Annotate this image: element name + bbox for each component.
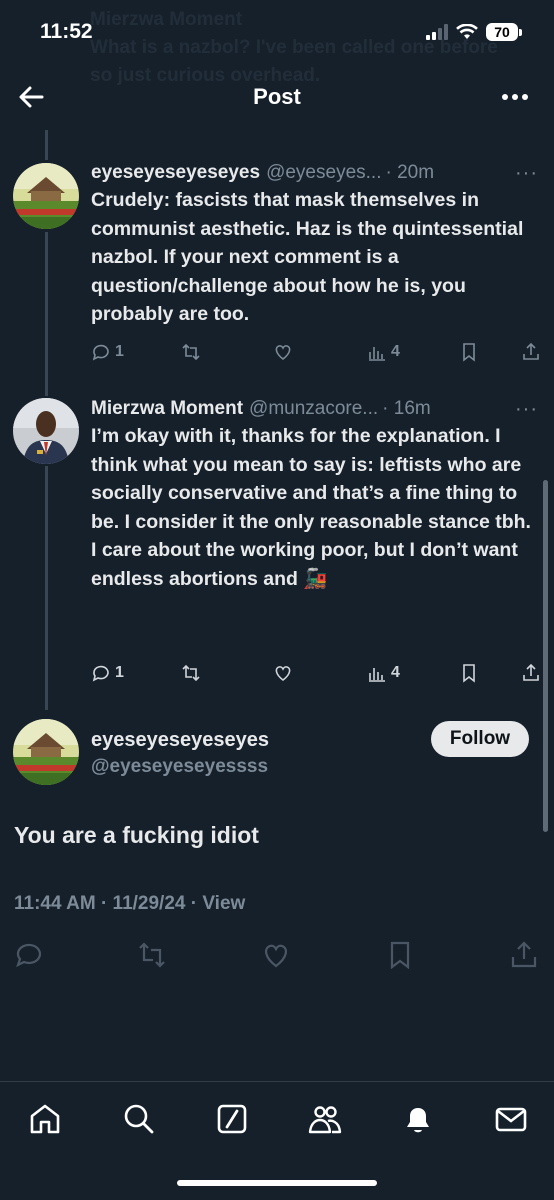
bookmark-button[interactable] — [385, 940, 415, 970]
follow-button[interactable]: Follow — [431, 721, 529, 757]
bookmark-button[interactable] — [459, 342, 479, 362]
tab-grok[interactable] — [215, 1102, 251, 1138]
tweet-actions: 1 4 — [91, 342, 543, 368]
back-arrow-icon[interactable] — [16, 82, 46, 112]
repost-icon — [139, 942, 165, 968]
notifications-icon — [407, 1108, 429, 1133]
communities-icon — [308, 1106, 342, 1134]
heart-icon — [275, 345, 291, 361]
thread-line — [45, 130, 48, 160]
tweet-text: You are a fucking idiot — [14, 822, 259, 848]
like-button[interactable] — [273, 342, 293, 362]
author-handle[interactable]: @eyeseyeseyessss — [91, 754, 268, 780]
status-time: 11:52 — [40, 20, 93, 43]
tab-search[interactable] — [122, 1102, 158, 1138]
views-count: 4 — [391, 343, 400, 360]
bookmark-icon — [390, 941, 410, 970]
avatar[interactable] — [13, 163, 79, 229]
author-handle[interactable]: @eyeseyes... — [266, 160, 381, 186]
battery-indicator: 70 — [486, 23, 522, 41]
repost-button[interactable] — [181, 342, 201, 362]
tab-home[interactable] — [28, 1102, 64, 1138]
tab-notifications[interactable] — [401, 1102, 437, 1138]
reply-button[interactable]: 1 — [91, 342, 124, 362]
views-count: 4 — [391, 664, 400, 681]
wifi-icon — [456, 24, 478, 39]
author-handle[interactable]: @munzacore... — [249, 396, 378, 422]
search-icon — [124, 1104, 154, 1134]
tweet-actions — [0, 940, 554, 974]
post-header: Post — [0, 64, 554, 130]
tab-communities[interactable] — [308, 1102, 344, 1138]
share-button[interactable] — [509, 940, 539, 970]
tweet-timestamp[interactable]: 11:44 AM · 11/29/24 · View — [14, 893, 245, 915]
author-name[interactable]: eyeseyeseyeseyes — [91, 727, 269, 753]
grok-icon — [217, 1104, 247, 1134]
author-name[interactable]: eyeseyeseyeseyes — [91, 160, 260, 186]
reply-tweet[interactable]: eyeseyeseyeseyes @eyeseyes... · 20m ··· … — [0, 160, 554, 380]
views-icon — [369, 668, 385, 682]
status-bar: 11:52 70 — [0, 0, 554, 64]
reply-count: 1 — [115, 343, 124, 360]
more-options-icon[interactable] — [500, 82, 530, 112]
reply-button[interactable] — [14, 940, 44, 970]
messages-icon — [495, 1107, 527, 1132]
bookmark-button[interactable] — [459, 663, 479, 683]
share-icon — [523, 663, 539, 681]
repost-icon — [182, 343, 200, 361]
repost-button[interactable] — [137, 940, 167, 970]
share-button[interactable] — [521, 342, 541, 362]
repost-icon — [182, 664, 200, 682]
tweet-text: I’m okay with it, thanks for the explana… — [91, 425, 531, 590]
heart-icon — [275, 666, 291, 682]
home-indicator[interactable] — [177, 1180, 377, 1186]
heart-icon — [264, 944, 288, 968]
like-button[interactable] — [261, 940, 291, 970]
reply-icon — [16, 943, 41, 968]
views-icon — [369, 347, 385, 361]
views-button[interactable]: 4 — [367, 342, 400, 362]
tweet-time: · 20m — [385, 162, 435, 183]
avatar[interactable] — [13, 719, 79, 785]
avatar[interactable] — [13, 398, 79, 464]
reply-icon — [92, 665, 109, 682]
tweet-text: Crudely: fascists that mask themselves i… — [91, 189, 524, 325]
home-icon — [30, 1104, 60, 1134]
cellular-signal-icon — [426, 24, 448, 40]
status-icons: 70 — [426, 23, 522, 41]
tweet-time: · 16m — [382, 398, 431, 419]
reply-button[interactable]: 1 — [91, 663, 124, 683]
bookmark-icon — [463, 343, 475, 362]
repost-button[interactable] — [181, 663, 201, 683]
reply-icon — [92, 344, 109, 361]
tweet-header: Mierzwa Moment @munzacore... · 16m ··· — [91, 396, 538, 422]
share-button[interactable] — [521, 663, 541, 683]
tweet-actions: 1 4 — [91, 663, 543, 689]
reply-count: 1 — [115, 664, 124, 681]
tweet-more-icon[interactable]: ··· — [515, 160, 538, 186]
share-icon — [511, 941, 537, 968]
like-button[interactable] — [273, 663, 293, 683]
scrollbar[interactable] — [543, 480, 548, 832]
share-icon — [523, 342, 539, 360]
tweet-header: eyeseyeseyeseyes @eyeseyes... · 20m ··· — [91, 160, 538, 186]
bookmark-icon — [463, 664, 475, 683]
author-name[interactable]: Mierzwa Moment — [91, 396, 243, 422]
tweet-more-icon[interactable]: ··· — [515, 396, 538, 422]
tab-messages[interactable] — [494, 1102, 530, 1138]
page-title: Post — [253, 84, 301, 109]
reply-tweet[interactable]: Mierzwa Moment @munzacore... · 16m ··· I… — [0, 396, 554, 696]
views-button[interactable]: 4 — [367, 663, 400, 683]
